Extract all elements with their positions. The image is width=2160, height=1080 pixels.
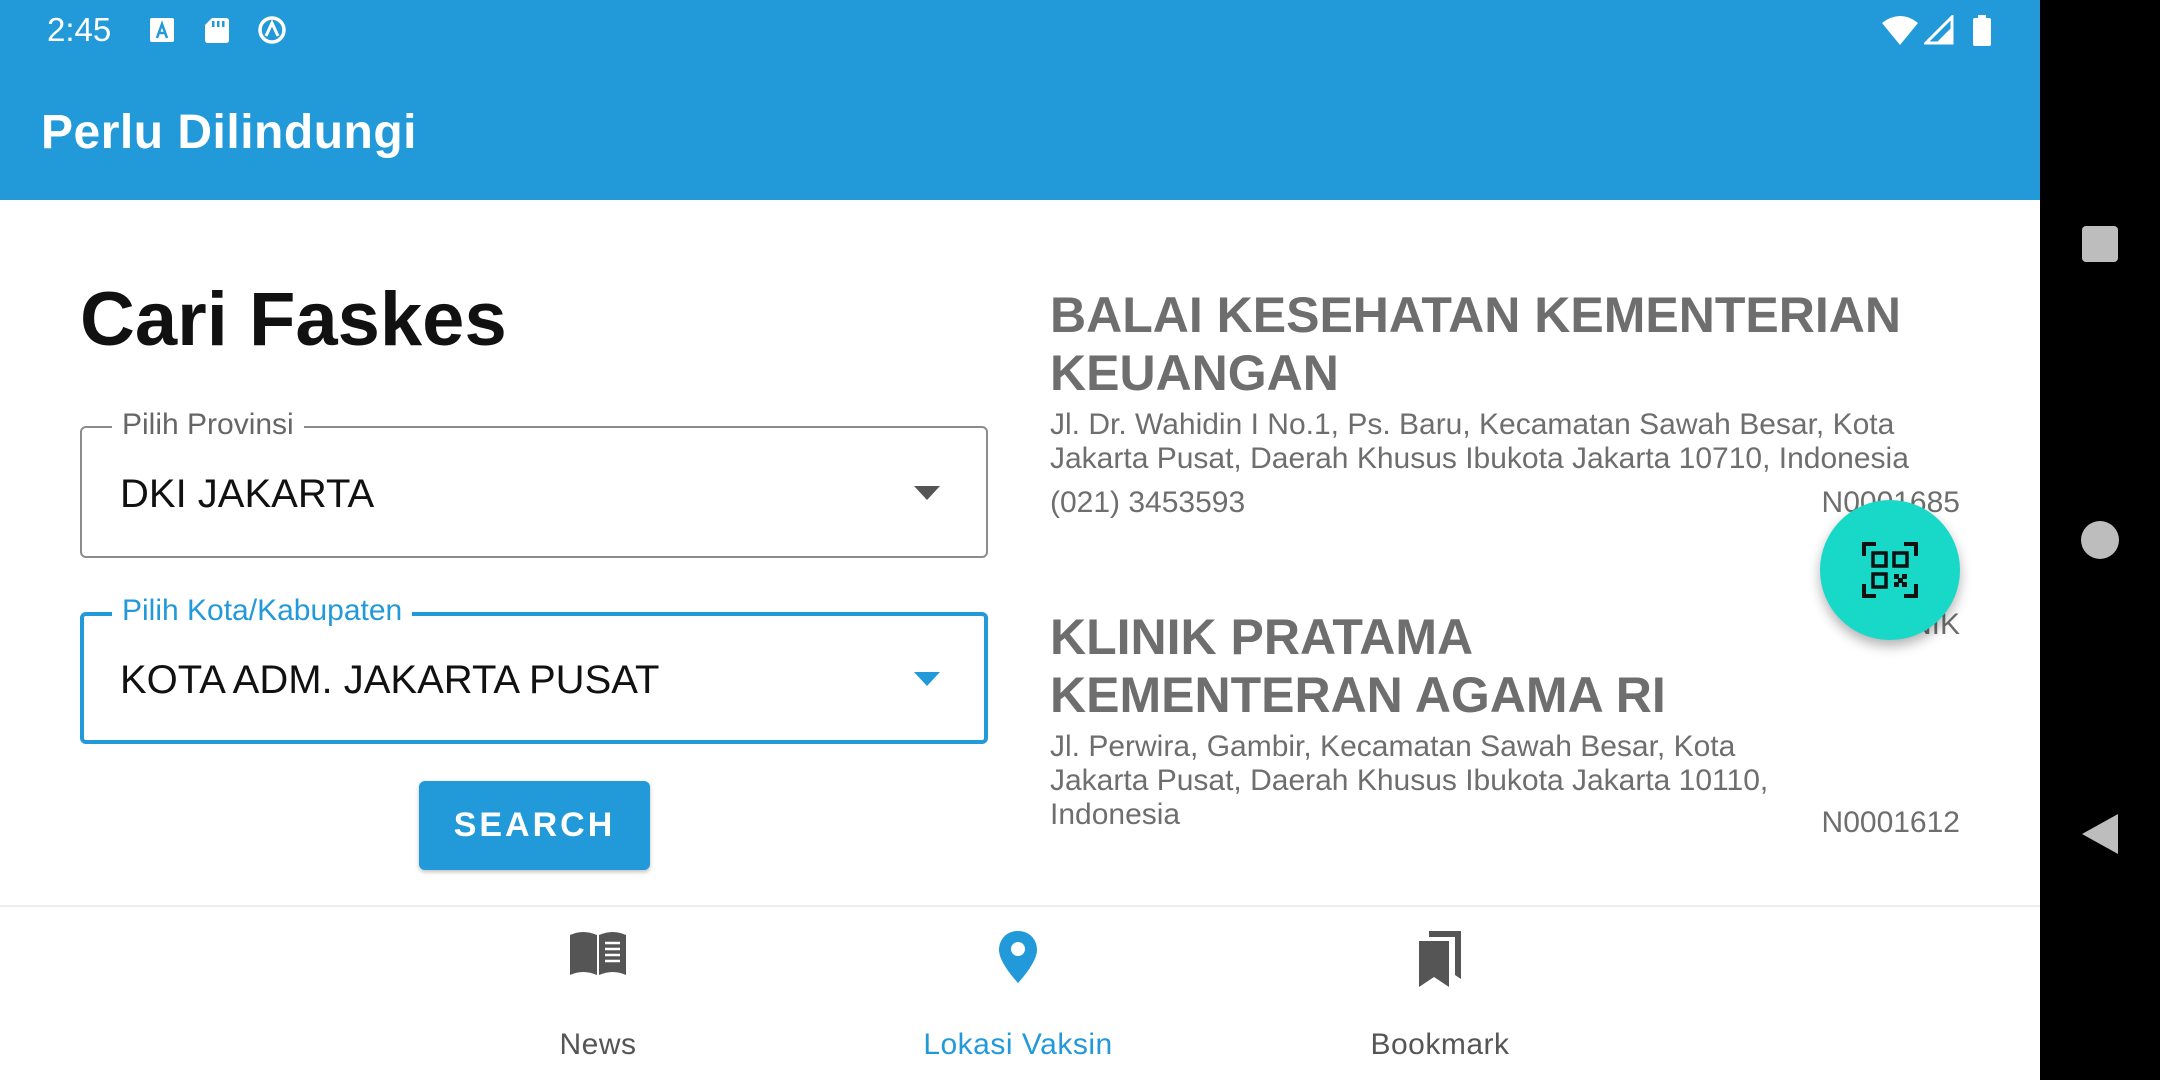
facility-address: Jl. Dr. Wahidin I No.1, Ps. Baru, Kecama… [1050, 408, 1909, 475]
qr-scan-icon [1862, 542, 1918, 598]
bottom-navigation: News Lokasi Vaksin Bookmark [0, 905, 2040, 1080]
recents-button[interactable] [2081, 225, 2119, 263]
battery-icon [1972, 15, 1992, 46]
province-dropdown[interactable]: Pilih Provinsi DKI JAKARTA [80, 410, 988, 558]
province-value: DKI JAKARTA [120, 472, 375, 516]
city-value: KOTA ADM. JAKARTA PUSAT [120, 658, 660, 702]
main-content: Cari Faskes Pilih Provinsi DKI JAKARTA P… [0, 200, 2040, 905]
home-button[interactable] [2080, 520, 2120, 560]
status-bar: 2:45 [0, 0, 2040, 60]
dropdown-arrow-icon [914, 672, 940, 686]
facility-card[interactable]: KLINIK KLINIK PRATAMA KEMENTERAN AGAMA R… [1050, 608, 1960, 839]
nav-item-news[interactable]: News [448, 907, 748, 1080]
system-navigation-bar [2040, 0, 2160, 1080]
app-title: Perlu Dilindungi [41, 106, 417, 159]
wifi-icon [1882, 15, 1918, 45]
city-label: Pilih Kota/Kabupaten [112, 596, 413, 626]
facility-card[interactable]: BALAI KESEHATAN KEMENTERIAN KEUANGAN Jl.… [1050, 286, 1960, 519]
province-label: Pilih Provinsi [112, 410, 304, 440]
nav-item-bookmark[interactable]: Bookmark [1290, 907, 1590, 1080]
facility-phone: (021) 3453593 [1050, 486, 1246, 519]
city-dropdown[interactable]: Pilih Kota/Kabupaten KOTA ADM. JAKARTA P… [80, 596, 988, 744]
status-time: 2:45 [47, 11, 112, 48]
sd-card-icon [202, 15, 232, 45]
nav-label: Bookmark [1370, 1028, 1510, 1061]
dropdown-arrow-icon [914, 486, 940, 500]
nav-item-lokasi-vaksin[interactable]: Lokasi Vaksin [868, 907, 1168, 1080]
facility-name: BALAI KESEHATAN KEMENTERIAN KEUANGAN [1050, 287, 1901, 401]
open-book-icon [568, 929, 628, 984]
signal-icon [1924, 15, 1954, 45]
search-button[interactable]: SEARCH [419, 781, 650, 870]
circle-a-icon [255, 15, 286, 45]
qr-scan-button[interactable] [1820, 500, 1960, 640]
page-heading: Cari Faskes [80, 277, 507, 362]
a-font-icon [148, 15, 178, 45]
back-button[interactable] [2080, 812, 2120, 856]
nav-label: News [559, 1028, 637, 1061]
facility-code: N0001612 [1821, 806, 1960, 839]
facility-name: KLINIK PRATAMA KEMENTERAN AGAMA RI [1050, 609, 1666, 723]
app-window: 2:45 Perlu Dilindungi Cari Faskes Pilih … [0, 0, 2040, 1080]
nav-label: Lokasi Vaksin [923, 1028, 1113, 1061]
app-bar: Perlu Dilindungi [0, 60, 2040, 200]
bookmark-icon [1415, 929, 1465, 994]
facility-address: Jl. Perwira, Gambir, Kecamatan Sawah Bes… [1050, 730, 1769, 831]
location-pin-icon [997, 929, 1039, 990]
